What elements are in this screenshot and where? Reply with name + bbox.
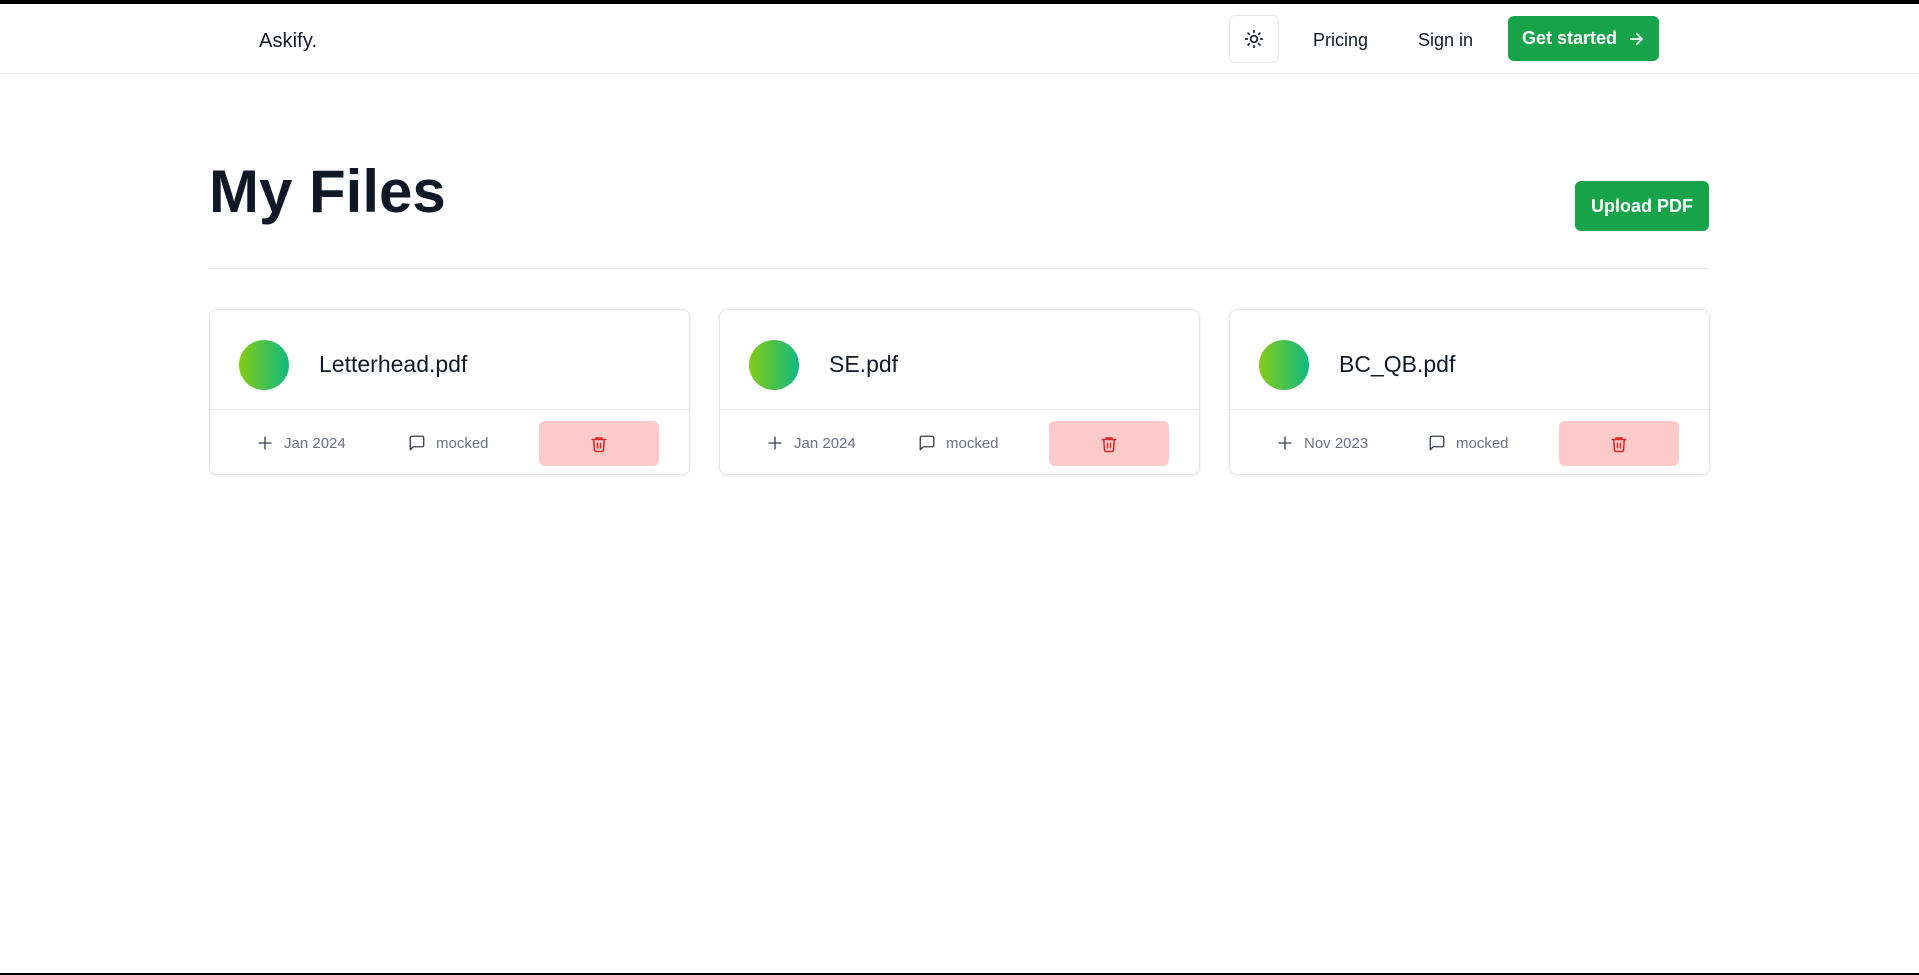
plus-icon: [256, 434, 274, 452]
file-messages: mocked: [1428, 434, 1509, 452]
message-square-icon: [408, 434, 426, 452]
file-name: SE.pdf: [829, 351, 899, 377]
file-name: BC_QB.pdf: [1339, 351, 1456, 377]
file-date: Nov 2023: [1276, 434, 1368, 452]
file-messages: mocked: [918, 434, 999, 452]
page-title: My Files: [209, 158, 446, 225]
delete-file-button[interactable]: [539, 421, 659, 466]
file-date-text: Nov 2023: [1304, 434, 1369, 452]
get-started-label: Get started: [1521, 28, 1618, 48]
file-date: Jan 2024: [766, 434, 856, 452]
file-card: Letterhead.pdf Jan 2024 mocked: [209, 309, 690, 475]
sun-icon: [1244, 29, 1264, 49]
brand-logo[interactable]: Askify.: [259, 30, 317, 53]
delete-file-button[interactable]: [1049, 421, 1169, 466]
file-messages-text: mocked: [1456, 434, 1509, 452]
trash-icon: [590, 435, 608, 453]
file-messages-text: mocked: [946, 434, 999, 452]
page: Askify. Pricing Sign in Get started My F…: [0, 0, 1919, 975]
file-messages-text: mocked: [436, 434, 489, 452]
message-square-icon: [1428, 434, 1446, 452]
file-card: BC_QB.pdf Nov 2023 mocked: [1229, 309, 1710, 475]
message-square-icon: [918, 434, 936, 452]
file-messages: mocked: [408, 434, 489, 452]
file-date: Jan 2024: [256, 434, 346, 452]
file-link[interactable]: BC_QB.pdf: [1230, 310, 1709, 410]
nav-link-pricing[interactable]: Pricing: [1313, 30, 1368, 51]
nav-link-sign-in[interactable]: Sign in: [1418, 30, 1473, 51]
header-divider: [209, 268, 1709, 269]
file-link[interactable]: SE.pdf: [720, 310, 1199, 410]
plus-icon: [766, 434, 784, 452]
trash-icon: [1100, 435, 1118, 453]
file-avatar: [749, 340, 799, 390]
theme-toggle-button[interactable]: [1229, 15, 1279, 63]
file-date-text: Jan 2024: [284, 434, 346, 452]
navbar: Askify. Pricing Sign in Get started: [0, 4, 1919, 74]
file-avatar: [1259, 340, 1309, 390]
file-card: SE.pdf Jan 2024 mocked: [719, 309, 1200, 475]
arrow-right-icon: [1627, 30, 1645, 48]
get-started-button[interactable]: Get started: [1508, 16, 1659, 61]
file-link[interactable]: Letterhead.pdf: [210, 310, 689, 410]
delete-file-button[interactable]: [1559, 421, 1679, 466]
file-name: Letterhead.pdf: [319, 351, 468, 377]
file-date-text: Jan 2024: [794, 434, 856, 452]
plus-icon: [1276, 434, 1294, 452]
upload-pdf-button[interactable]: Upload PDF: [1575, 181, 1709, 231]
trash-icon: [1610, 435, 1628, 453]
file-avatar: [239, 340, 289, 390]
